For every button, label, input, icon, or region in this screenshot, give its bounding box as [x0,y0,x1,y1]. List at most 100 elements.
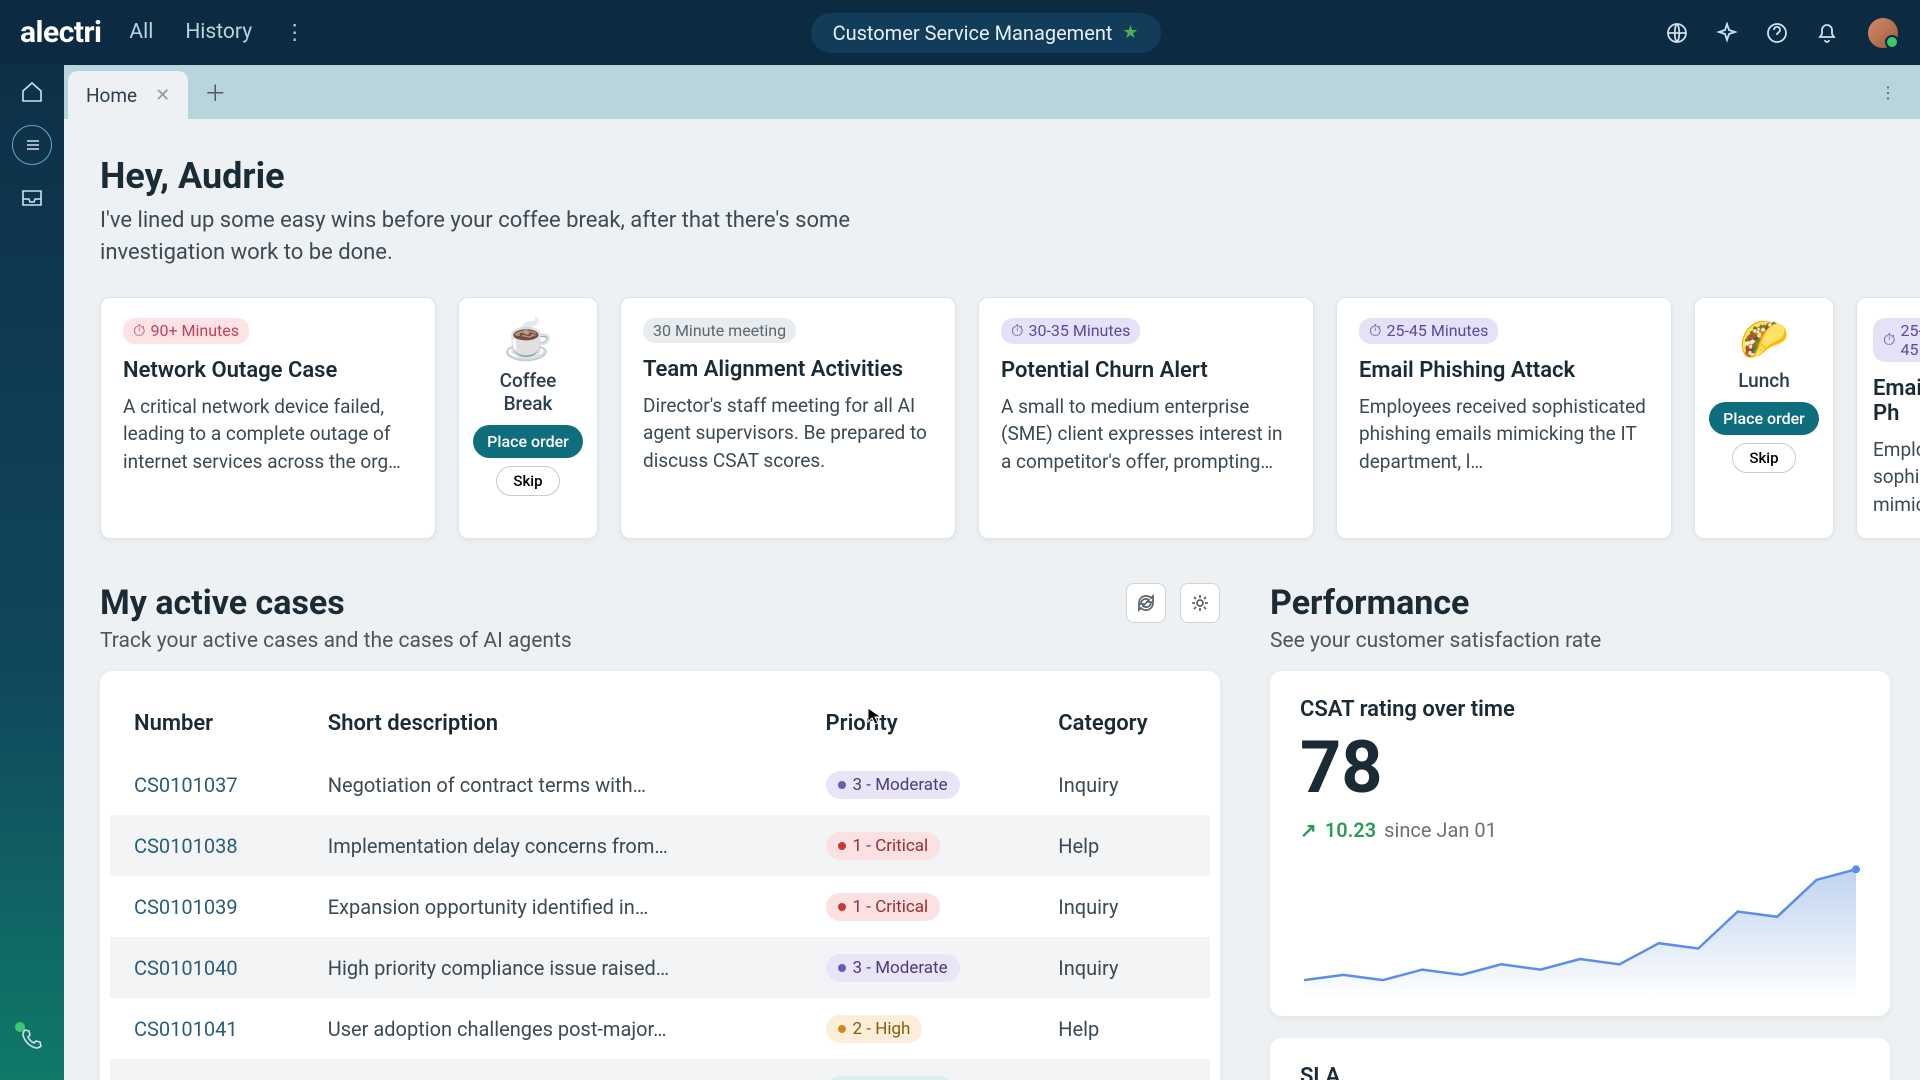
place-order-button[interactable]: Place order [1709,402,1819,435]
tab-more-icon[interactable]: ⋮ [1880,83,1896,102]
skip-button[interactable]: Skip [1732,443,1795,473]
skip-button[interactable]: Skip [496,466,559,496]
card-desc: Director's staff meeting for all AI agen… [643,392,933,475]
list-icon[interactable] [12,125,52,165]
phone-icon[interactable] [19,1026,45,1056]
clock-icon: ⏱ [1369,321,1381,341]
duration-badge: ⏱90+ Minutes [123,318,249,344]
case-category: Inquiry [1034,754,1210,815]
duration-badge: ⏱25-45 [1873,318,1920,362]
globe-icon[interactable] [1666,22,1688,44]
sparkle-icon[interactable] [1716,22,1738,44]
break-emoji: 🌮 [1739,316,1789,363]
duration-badge: 30 Minute meeting [643,318,796,343]
task-card[interactable]: ⏱25-45 Email Ph Employee sophistic mimic… [1856,297,1920,540]
place-order-button[interactable]: Place order [473,425,583,458]
table-row[interactable]: CS0101040 High priority compliance issue… [110,937,1210,998]
card-title: Potential Churn Alert [1001,358,1291,383]
break-card: 🌮 Lunch Place order Skip [1694,297,1834,540]
table-row[interactable]: CS0101037 Negotiation of contract terms … [110,754,1210,815]
task-card[interactable]: ⏱25-45 Minutes Email Phishing Attack Emp… [1336,297,1672,540]
case-link[interactable]: CS0101040 [134,956,238,980]
csat-card-title: CSAT rating over time [1300,697,1860,722]
csat-value: 78 [1300,732,1860,804]
bell-icon[interactable] [1816,22,1838,44]
case-desc: High priority compliance issue raised… [304,937,802,998]
card-title: Email Phishing Attack [1359,358,1649,383]
greeting-title: Hey, Audrie [100,155,1880,197]
card-desc: Employee sophistic mimickin [1873,436,1920,519]
csat-since: since Jan 01 [1384,818,1497,842]
new-tab-button[interactable]: ＋ [204,76,226,108]
csat-delta: 10.23 [1325,818,1376,842]
card-title: Email Ph [1873,376,1920,426]
priority-badge: 1 - Critical [826,832,941,860]
tab-label: Home [86,84,137,107]
case-link[interactable]: CS0101037 [134,773,238,797]
case-link[interactable]: CS0101038 [134,834,238,858]
settings-button[interactable] [1180,583,1220,623]
case-link[interactable]: CS0101041 [134,1017,238,1041]
close-icon[interactable]: ✕ [155,85,170,106]
case-category: Help [1034,998,1210,1059]
performance-title: Performance [1270,583,1601,623]
case-desc: Implementation delay concerns from… [304,815,802,876]
table-row[interactable]: CS0101042 Emails aren't sending 5 - Plan… [110,1059,1210,1080]
tab-home[interactable]: Home ✕ [68,71,188,119]
priority-badge: 5 - Planning [826,1076,954,1080]
clock-icon: ⏱ [133,321,145,341]
user-avatar[interactable] [1866,16,1900,50]
break-card: ☕ Coffee Break Place order Skip [458,297,598,540]
clock-icon: ⏱ [1011,321,1023,341]
priority-badge: 3 - Moderate [826,954,960,982]
col-desc[interactable]: Short description [304,697,802,754]
sla-card-title: SLA [1300,1064,1860,1080]
duration-badge: ⏱25-45 Minutes [1359,318,1498,344]
case-category: Inquiry [1034,937,1210,998]
nav-history[interactable]: History [185,20,252,45]
duration-badge: ⏱30-35 Minutes [1001,318,1140,344]
nav-all[interactable]: All [129,20,153,45]
break-emoji: ☕ [503,316,553,363]
cases-table: Number Short description Priority Catego… [100,671,1220,1080]
table-row[interactable]: CS0101041 User adoption challenges post-… [110,998,1210,1059]
task-card[interactable]: ⏱30-35 Minutes Potential Churn Alert A s… [978,297,1314,540]
case-category: Help [1034,815,1210,876]
task-card[interactable]: ⏱90+ Minutes Network Outage Case A criti… [100,297,436,540]
performance-subtitle: See your customer satisfaction rate [1270,629,1601,653]
home-icon[interactable] [19,79,45,105]
star-icon[interactable]: ★ [1122,22,1138,43]
break-label: Coffee Break [473,369,583,415]
break-label: Lunch [1738,369,1790,392]
table-row[interactable]: CS0101038 Implementation delay concerns … [110,815,1210,876]
card-desc: A critical network device failed, leadin… [123,393,413,476]
refresh-button[interactable] [1126,583,1166,623]
task-card[interactable]: 30 Minute meeting Team Alignment Activit… [620,297,956,540]
active-cases-title: My active cases [100,583,572,623]
col-category[interactable]: Category [1034,697,1210,754]
card-desc: Employees received sophisticated phishin… [1359,393,1649,476]
workspace-pill[interactable]: Customer Service Management ★ [811,13,1161,53]
priority-badge: 2 - High [826,1015,923,1043]
case-desc: Negotiation of contract terms with… [304,754,802,815]
col-number[interactable]: Number [110,697,304,754]
case-desc: User adoption challenges post-major… [304,998,802,1059]
case-desc: Emails aren't sending [304,1059,802,1080]
brand-logo[interactable]: alectri [20,15,101,50]
card-title: Team Alignment Activities [643,357,933,382]
case-category: Help [1034,1059,1210,1080]
workspace-label: Customer Service Management [833,21,1113,45]
priority-badge: 3 - Moderate [826,771,960,799]
cards-row: ⏱90+ Minutes Network Outage Case A criti… [100,297,1880,540]
table-row[interactable]: CS0101039 Expansion opportunity identifi… [110,876,1210,937]
clock-icon: ⏱ [1883,330,1895,350]
col-priority[interactable]: Priority [802,697,1035,754]
trend-up-icon: ↗ [1300,818,1317,842]
card-title: Network Outage Case [123,358,413,383]
nav-more-icon[interactable]: ⋮ [284,20,305,45]
case-link[interactable]: CS0101039 [134,895,238,919]
help-icon[interactable] [1766,22,1788,44]
sla-card: SLA 24 Hours [1270,1038,1890,1080]
inbox-icon[interactable] [19,185,45,211]
priority-badge: 1 - Critical [826,893,941,921]
